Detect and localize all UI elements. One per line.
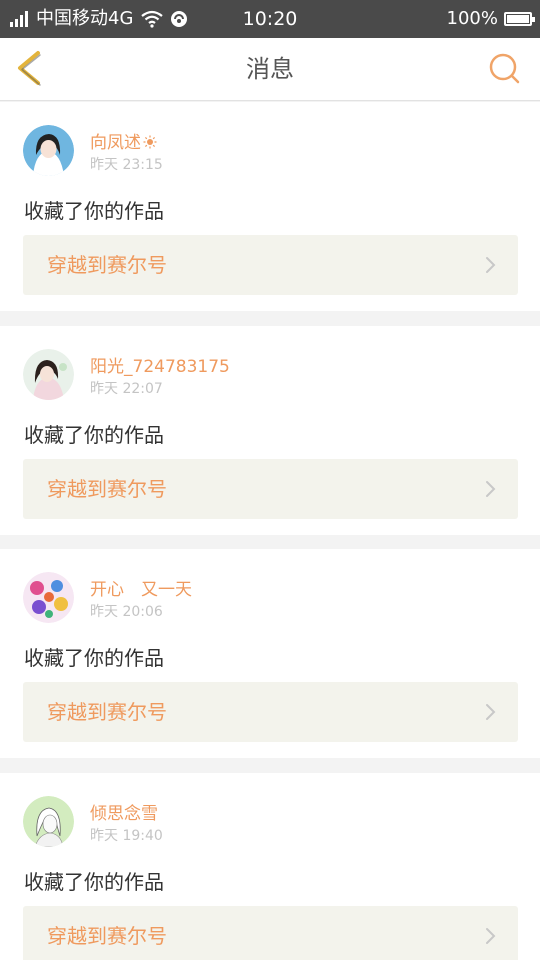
message-card: 倾思念雪 昨天 19:40 收藏了你的作品 穿越到赛尔号 bbox=[0, 773, 540, 960]
username[interactable]: 开心 又一天 bbox=[90, 575, 192, 600]
work-title: 穿越到赛尔号 bbox=[47, 700, 167, 724]
message-card: 阳光_724783175 昨天 22:07 收藏了你的作品 穿越到赛尔号 bbox=[0, 326, 540, 535]
action-text: 收藏了你的作品 bbox=[24, 870, 164, 894]
battery-icon bbox=[504, 12, 535, 26]
search-icon[interactable] bbox=[488, 52, 522, 86]
status-right: 100% bbox=[446, 0, 535, 38]
work-link[interactable]: 穿越到赛尔号 bbox=[23, 459, 518, 519]
chevron-right-icon bbox=[486, 928, 496, 944]
username-text: 开心 又一天 bbox=[90, 580, 192, 600]
username-text: 向凤述 bbox=[90, 133, 141, 153]
chevron-right-icon bbox=[486, 481, 496, 497]
chevron-right-icon bbox=[486, 257, 496, 273]
message-card: 开心 又一天 昨天 20:06 收藏了你的作品 穿越到赛尔号 bbox=[0, 549, 540, 758]
work-title: 穿越到赛尔号 bbox=[47, 253, 167, 277]
nav-bar: 消息 bbox=[0, 38, 540, 101]
work-title: 穿越到赛尔号 bbox=[47, 477, 167, 501]
username[interactable]: 向凤述 bbox=[90, 128, 157, 153]
username[interactable]: 倾思念雪 bbox=[90, 799, 158, 824]
chevron-right-icon bbox=[486, 704, 496, 720]
timestamp: 昨天 20:06 bbox=[90, 604, 163, 620]
page-title: 消息 bbox=[246, 55, 294, 83]
username-text: 倾思念雪 bbox=[90, 804, 158, 824]
action-text: 收藏了你的作品 bbox=[24, 199, 164, 223]
sun-icon bbox=[143, 135, 157, 149]
back-button[interactable] bbox=[12, 50, 52, 90]
work-title: 穿越到赛尔号 bbox=[47, 924, 167, 948]
work-link[interactable]: 穿越到赛尔号 bbox=[23, 682, 518, 742]
work-link[interactable]: 穿越到赛尔号 bbox=[23, 235, 518, 295]
avatar[interactable] bbox=[23, 572, 74, 623]
action-text: 收藏了你的作品 bbox=[24, 423, 164, 447]
username-text: 阳光_724783175 bbox=[90, 357, 230, 377]
username[interactable]: 阳光_724783175 bbox=[90, 352, 230, 377]
action-text: 收藏了你的作品 bbox=[24, 646, 164, 670]
avatar[interactable] bbox=[23, 796, 74, 847]
timestamp: 昨天 19:40 bbox=[90, 828, 163, 844]
message-card: 向凤述 昨天 23:15 收藏了你的作品 穿越到赛尔号 bbox=[0, 102, 540, 311]
avatar[interactable] bbox=[23, 349, 74, 400]
battery-percent: 100% bbox=[446, 8, 498, 29]
timestamp: 昨天 22:07 bbox=[90, 381, 163, 397]
work-link[interactable]: 穿越到赛尔号 bbox=[23, 906, 518, 960]
timestamp: 昨天 23:15 bbox=[90, 157, 163, 173]
status-bar: 中国移动4G 10:20 100% bbox=[0, 0, 540, 38]
avatar[interactable] bbox=[23, 125, 74, 176]
